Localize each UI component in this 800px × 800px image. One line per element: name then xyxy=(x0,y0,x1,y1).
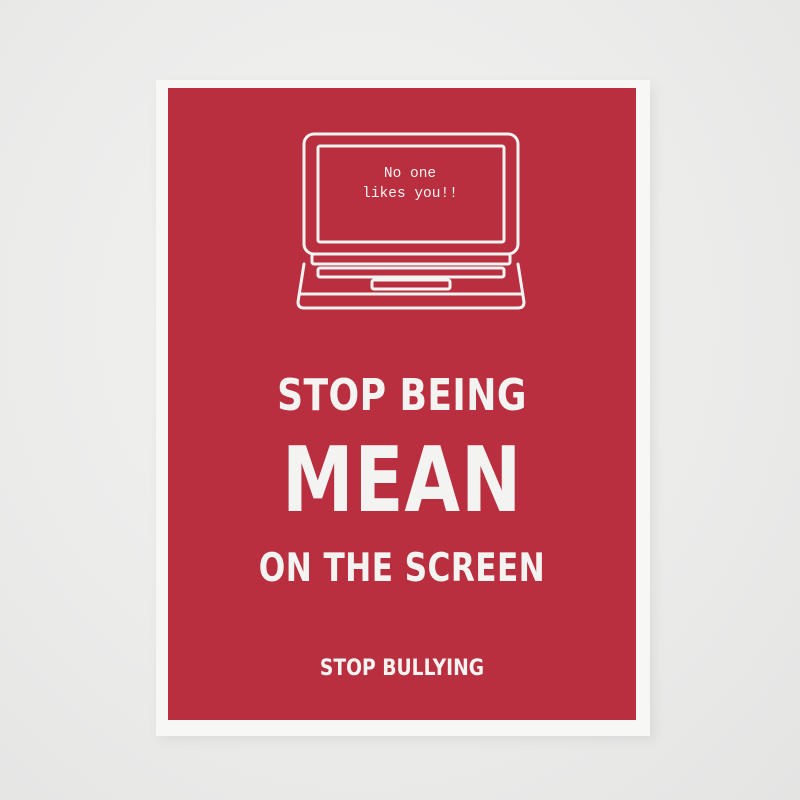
screen-line-2: likes you!! xyxy=(362,186,458,202)
headline-on-the-screen: ON THE SCREEN xyxy=(258,546,546,591)
poster: No one likes you!! STOP BEING MEAN ON TH… xyxy=(156,80,650,736)
laptop-icon: No one likes you!! xyxy=(296,132,528,312)
headline-mean: MEAN xyxy=(281,428,522,533)
screen-line-1: No one xyxy=(383,166,437,182)
laptop-screen-message: No one likes you!! xyxy=(330,164,490,204)
poster-red-panel: No one likes you!! STOP BEING MEAN ON TH… xyxy=(168,88,636,720)
tagline-stop-bullying: STOP BULLYING xyxy=(319,656,485,681)
headline-stop-being: STOP BEING xyxy=(277,370,527,421)
